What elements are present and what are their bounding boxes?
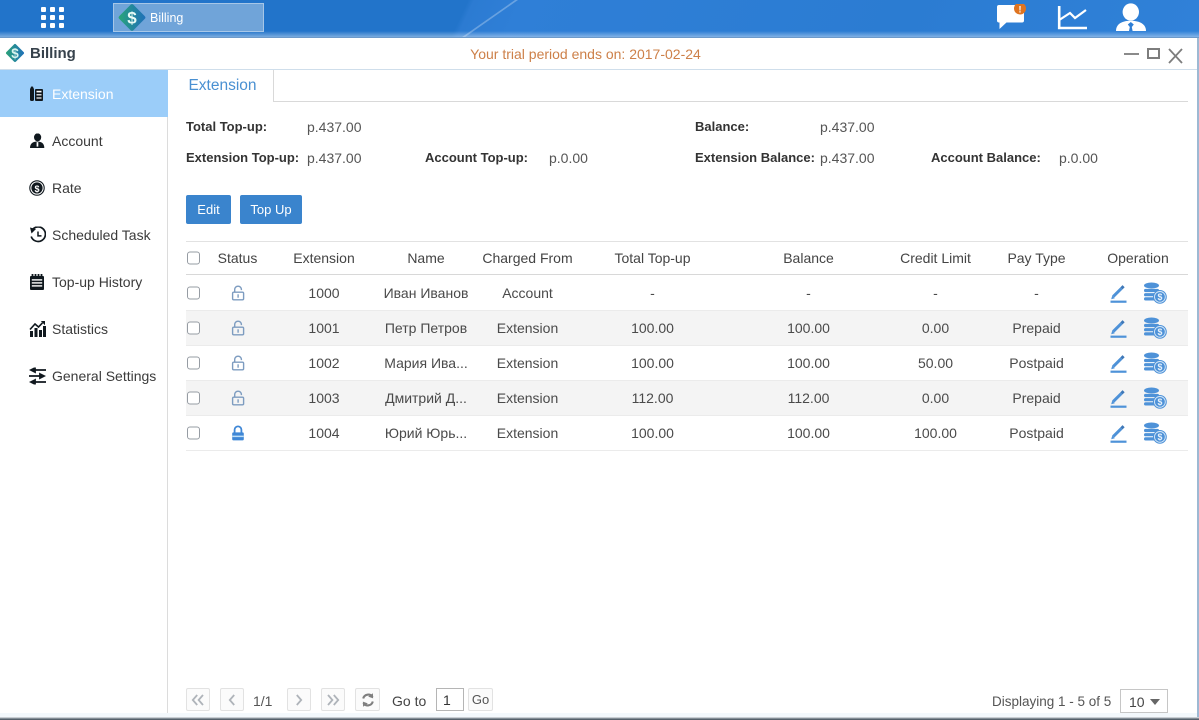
svg-text:$: $ [127, 9, 137, 28]
svg-text:$: $ [1157, 397, 1162, 407]
svg-text:$: $ [1157, 362, 1162, 372]
svg-text:!: ! [1019, 5, 1022, 15]
svg-text:$: $ [1157, 432, 1162, 442]
svg-text:$: $ [1157, 327, 1162, 337]
svg-text:$: $ [1157, 292, 1162, 302]
svg-text:$: $ [34, 184, 39, 194]
